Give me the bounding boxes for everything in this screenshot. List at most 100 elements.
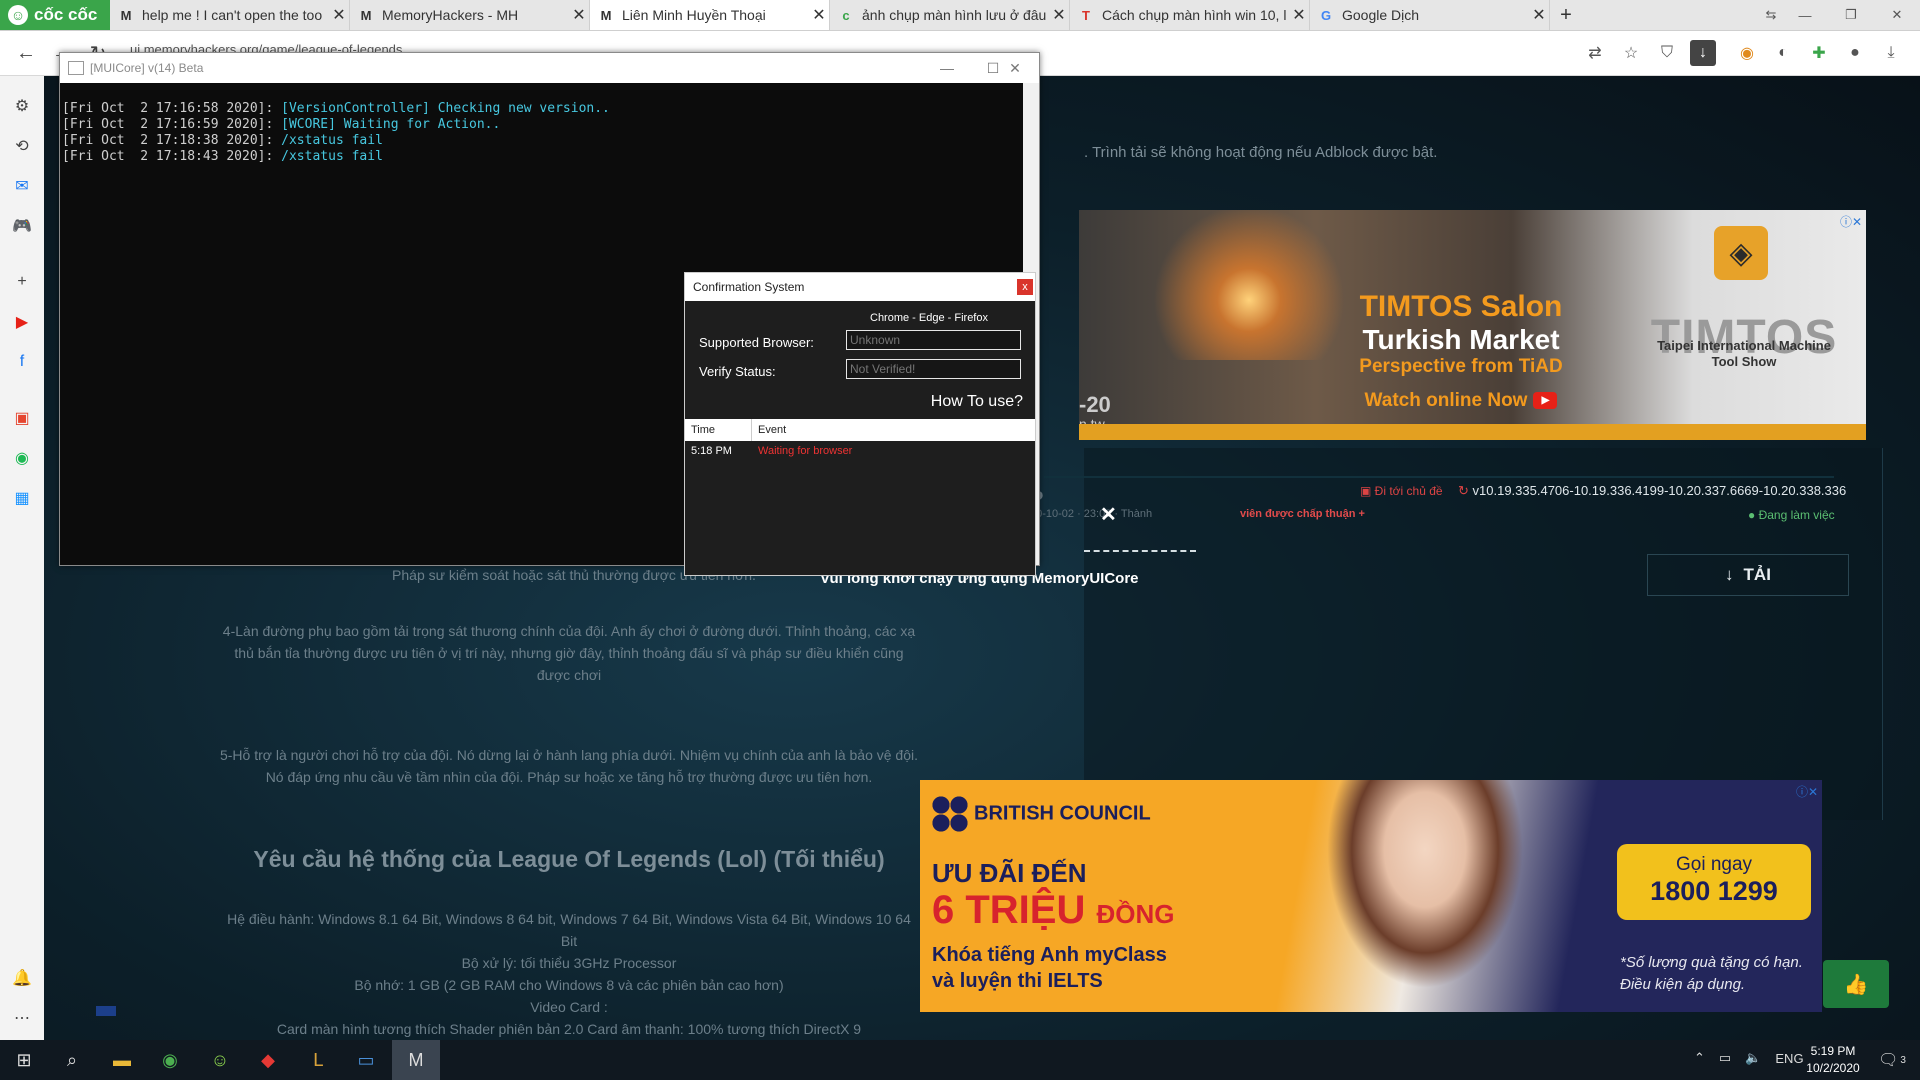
ad2-person-photo xyxy=(1310,780,1540,1012)
volume-icon[interactable]: 🔈 xyxy=(1745,1050,1761,1066)
facebook-icon[interactable]: f xyxy=(8,348,36,376)
youtube-icon[interactable]: ▶ xyxy=(8,308,36,336)
close-tab-icon[interactable]: ✕ xyxy=(1289,5,1309,25)
ad-choices-close-icon[interactable]: ⓘ✕ xyxy=(1840,213,1862,230)
console-close-icon[interactable]: ✕ xyxy=(992,53,1038,83)
paragraph-support: 5-Hỗ trợ là người chơi hỗ trợ của đội. N… xyxy=(219,747,919,785)
tab-lien-minh[interactable]: M Liên Minh Huyền Thoại ✕ xyxy=(590,0,830,30)
close-tab-icon[interactable]: ✕ xyxy=(1049,5,1069,25)
console-title: [MUICore] v(14) Beta xyxy=(90,61,204,75)
supported-browsers-list: Chrome - Edge - Firefox xyxy=(870,312,988,324)
close-window-icon[interactable]: ✕ xyxy=(1874,0,1920,30)
thumbs-up-icon: 👍 xyxy=(1843,973,1869,996)
british-council-logo: BRITISH COUNCIL xyxy=(932,796,1151,832)
ad-cta[interactable]: Watch online Now ▶ xyxy=(1311,390,1611,412)
console-output: [Fri Oct 2 17:16:58 2020]: [VersionContr… xyxy=(62,85,610,197)
console-minimize-icon[interactable]: — xyxy=(924,53,970,83)
bookmark-star-icon[interactable]: ☆ xyxy=(1618,40,1644,66)
translate-icon[interactable]: ⇄ xyxy=(1582,40,1608,66)
close-overlay-icon[interactable]: ✕ xyxy=(1100,502,1117,527)
download-icon[interactable]: ↓ xyxy=(1690,40,1716,66)
game-controller-icon[interactable]: 🎮 xyxy=(8,212,36,240)
tray-chevron-up-icon[interactable]: ⌃ xyxy=(1694,1050,1705,1066)
supported-browser-label: Supported Browser: xyxy=(699,335,814,350)
dialog-close-button[interactable]: x xyxy=(1017,279,1033,295)
back-arrow-icon[interactable]: ← xyxy=(8,31,44,75)
menu-download-icon[interactable]: ⤓ xyxy=(1878,40,1904,66)
download-button[interactable]: ↓ TẢI xyxy=(1647,554,1849,596)
chrome-icon[interactable]: ◉ xyxy=(146,1040,194,1080)
taskbar-clock[interactable]: 5:19 PM 10/2/2020 xyxy=(1800,1043,1866,1077)
history-icon[interactable]: ⟲ xyxy=(8,132,36,160)
goto-topic-link[interactable]: ▣ Đi tới chủ đề xyxy=(1360,484,1443,498)
tab-screenshot-location[interactable]: c ảnh chụp màn hình lưu ở đâu ✕ xyxy=(830,0,1070,30)
timtos-ad-banner[interactable]: -20 n.tw TIMTOS Salon Turkish Market Per… xyxy=(1079,210,1866,440)
verify-status-label: Verify Status: xyxy=(699,364,776,379)
tab-memoryhackers[interactable]: M MemoryHackers - MH ✕ xyxy=(350,0,590,30)
spotify-icon[interactable]: ◉ xyxy=(8,444,36,472)
download-panel xyxy=(1084,448,1883,820)
network-icon[interactable]: ▭ xyxy=(1719,1050,1731,1066)
how-to-use-link[interactable]: How To use? xyxy=(931,393,1023,411)
requirement-gpu: Card màn hình tương thích Shader phiên b… xyxy=(276,1021,862,1037)
add-sidebar-item-icon[interactable]: + xyxy=(8,268,36,296)
col-event: Event xyxy=(758,424,787,436)
action-center-icon[interactable]: 🗨 3 xyxy=(1872,1044,1912,1076)
extensions-puzzle-icon[interactable]: ✚ xyxy=(1806,40,1832,66)
supported-browser-field[interactable] xyxy=(846,330,1021,350)
shield-icon[interactable]: ⛉ xyxy=(1654,40,1680,66)
messenger-icon[interactable]: ✉ xyxy=(8,172,36,200)
clock-date: 10/2/2020 xyxy=(1806,1061,1860,1075)
down-arrow-icon: ↓ xyxy=(1725,565,1734,584)
ad-line-3: Perspective from TiAD xyxy=(1359,356,1563,377)
console-app-icon xyxy=(68,61,84,75)
t-favicon-icon: T xyxy=(1082,7,1090,23)
british-council-ad[interactable]: BRITISH COUNCIL ƯU ĐÃI ĐẾN 6 TRIỆU ĐỒNG … xyxy=(920,780,1822,1012)
like-thumb-button[interactable]: 👍 xyxy=(1823,960,1889,1008)
adblock-notice: . Trình tải sẽ không hoạt động nếu Adblo… xyxy=(1084,144,1438,161)
tab-google-translate[interactable]: G Google Dịch ✕ xyxy=(1310,0,1550,30)
windows-start-icon[interactable]: ⊞ xyxy=(0,1040,48,1080)
extension-chrome-icon[interactable]: ◉ xyxy=(1734,40,1760,66)
search-icon[interactable]: ⌕ xyxy=(48,1040,96,1080)
league-client-icon[interactable]: Ⅼ xyxy=(294,1040,342,1080)
notification-bell-icon[interactable]: 🔔 xyxy=(8,964,36,992)
new-tab-button[interactable]: + xyxy=(1552,0,1580,30)
profile-avatar-icon[interactable]: ● xyxy=(1842,40,1868,66)
file-explorer-icon[interactable]: ▬ xyxy=(98,1040,146,1080)
tab-screenshot-win10[interactable]: T Cách chụp màn hình win 10, l ✕ xyxy=(1070,0,1310,30)
close-tab-icon[interactable]: ✕ xyxy=(809,5,829,25)
verify-status-field[interactable] xyxy=(846,359,1021,379)
close-tab-icon[interactable]: ✕ xyxy=(329,5,349,25)
console-line: [Fri Oct 2 17:18:43 2020]: /xstatus fail xyxy=(62,149,383,164)
extension-eye-icon[interactable]: ◐ xyxy=(1770,40,1796,66)
more-options-icon[interactable]: ⋯ xyxy=(8,1004,36,1032)
console-line: [Fri Oct 2 17:18:38 2020]: /xstatus fail xyxy=(62,133,383,148)
timtos-logo-icon: ◈ xyxy=(1714,226,1768,280)
col-time: Time xyxy=(691,424,716,436)
coccoc-taskbar-icon[interactable]: ☺ xyxy=(196,1040,244,1080)
ad-choices-close-icon[interactable]: ⓘ✕ xyxy=(1796,783,1818,800)
browser-logo[interactable]: ☺ cốc cốc xyxy=(0,0,110,30)
close-tab-icon[interactable]: ✕ xyxy=(569,5,589,25)
system-tray: ⌃ ▭ 🔈 ENG xyxy=(1694,1050,1804,1066)
info-dot-icon: ● xyxy=(1748,508,1759,522)
tab-help[interactable]: M help me ! I can't open the too ✕ xyxy=(110,0,350,30)
ad-number-fragment: -20 xyxy=(1079,392,1111,417)
close-tab-icon[interactable]: ✕ xyxy=(1529,5,1549,25)
muicore-taskbar-icon[interactable]: M xyxy=(392,1040,440,1080)
dialog-titlebar: Confirmation System xyxy=(685,273,1035,301)
progress-dash xyxy=(1084,550,1196,552)
maximize-icon[interactable]: ❐ xyxy=(1828,0,1874,30)
goto-topic-icon: ▣ xyxy=(1360,484,1375,498)
garena-icon[interactable]: ◆ xyxy=(244,1040,292,1080)
tiki-icon[interactable]: ▦ xyxy=(8,484,36,512)
ad2-call-box[interactable]: Gọi ngay 1800 1299 xyxy=(1617,844,1811,920)
approved-member-label: viên được chấp thuận + xyxy=(1240,508,1365,520)
minimize-icon[interactable]: — xyxy=(1782,0,1828,30)
british-council-dots-icon xyxy=(932,796,968,832)
settings-gear-icon[interactable]: ⚙ xyxy=(8,92,36,120)
shopee-icon[interactable]: ▣ xyxy=(8,404,36,432)
confirmation-dialog: Confirmation System x Chrome - Edge - Fi… xyxy=(684,272,1036,576)
window-app-icon[interactable]: ▭ xyxy=(342,1040,390,1080)
